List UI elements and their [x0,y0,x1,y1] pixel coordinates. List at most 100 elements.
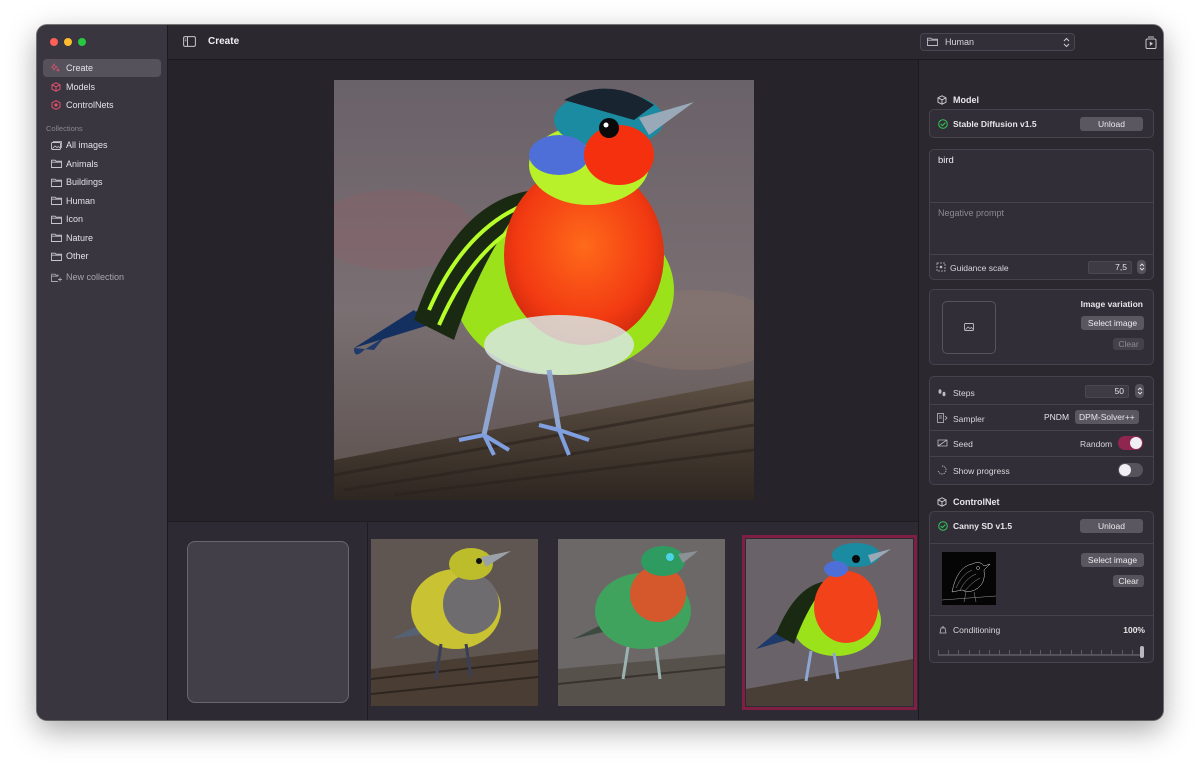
sidebar-item-label: ControlNets [66,100,114,110]
negative-prompt-input[interactable]: Negative prompt [938,208,1004,218]
slider-tick [1009,650,1011,655]
image-variation-label: Image variation [1080,299,1143,309]
controlnet-heading: ControlNet [937,497,1000,507]
history-thumbnail-selected[interactable] [742,535,917,710]
steps-stepper[interactable] [1135,384,1144,398]
prompt-card: bird Negative prompt Guidance scale 7,5 [929,149,1154,280]
divider [930,404,1153,405]
generated-image[interactable] [334,80,754,500]
minimize-window-button[interactable] [64,38,72,46]
model-heading: Model [937,95,979,105]
slider-tick [938,650,939,655]
select-controlnet-image-button[interactable]: Select image [1081,553,1144,567]
sidebar-item-models[interactable]: Models [43,78,161,96]
sidebar-item-label: Icon [66,214,84,224]
folder-icon [927,37,938,48]
sidebar-item-human[interactable]: Human [43,192,161,210]
guidance-scale-stepper[interactable] [1137,260,1146,274]
sampler-option-pndm[interactable]: PNDM [1040,410,1073,424]
image-variation-card: Image variation Select image Clear [929,289,1154,365]
slider-tick [999,650,1001,655]
sampler-option-dpm-solver[interactable]: DPM-Solver++ [1075,410,1139,424]
history-thumbnail[interactable] [558,539,725,706]
prompt-input[interactable]: bird [938,155,954,166]
sidebar-toggle-icon[interactable] [183,36,196,49]
unload-model-button[interactable]: Unload [1080,117,1143,131]
slider-tick [1121,650,1123,655]
sidebar-item-nature[interactable]: Nature [43,229,161,247]
variation-image-well[interactable] [942,301,996,354]
close-window-button[interactable] [50,38,58,46]
sidebar-item-label: Human [66,195,96,206]
app-window: Create Models ControlNets Collections Al… [37,25,1163,720]
sidebar-item-icon[interactable]: Icon [43,210,161,228]
sidebar-item-label: All images [66,140,108,150]
sidebar-item-label: Create [66,63,94,73]
conditioning-value: 100% [1123,625,1145,635]
slider-tick [968,650,970,655]
folder-icon [49,178,63,187]
sidebar-item-create[interactable]: Create [43,59,161,77]
conditioning-slider-knob[interactable] [1140,646,1144,658]
clear-variation-image-button[interactable]: Clear [1113,338,1144,350]
canvas [168,60,918,521]
controlnet-card: Canny SD v1.5 Unload Select image Clear … [929,511,1154,663]
new-collection-button[interactable]: New collection [43,268,161,286]
select-variation-image-button[interactable]: Select image [1081,316,1144,330]
divider [930,456,1153,457]
divider [930,254,1153,255]
sampler-icon [937,413,948,425]
seed-random-toggle[interactable] [1118,436,1143,450]
cube-icon [937,497,947,507]
collection-select[interactable]: Human [920,33,1075,51]
controlnet-name: Canny SD v1.5 [953,521,1013,531]
collection-select-value: Human [945,37,975,47]
page-title: Create [208,36,240,47]
slider-tick [978,650,980,655]
clear-controlnet-image-button[interactable]: Clear [1113,575,1144,587]
slider-tick [1040,650,1041,655]
sidebar-item-animals[interactable]: Animals [43,155,161,173]
folder-icon [49,196,63,205]
show-progress-toggle[interactable] [1118,463,1143,477]
sampler-label: Sampler [953,414,985,424]
slider-tick [1019,650,1021,655]
controlnet-canny-image[interactable] [942,552,996,605]
zoom-window-button[interactable] [78,38,86,46]
cube-icon [49,81,63,92]
controlnet-heading-label: ControlNet [953,497,1000,507]
steps-label: Steps [953,388,975,398]
slider-tick [958,650,960,655]
steps-field[interactable]: 50 [1085,385,1129,398]
generate-batch-icon[interactable] [1145,36,1157,51]
sidebar-nav: Create Models ControlNets Collections Al… [43,59,161,287]
unload-controlnet-button[interactable]: Unload [1080,519,1143,533]
divider [930,430,1153,431]
model-card: Stable Diffusion v1.5 Unload [929,109,1154,138]
folder-icon [49,159,63,168]
slider-tick [1091,650,1092,655]
sparkles-icon [49,63,63,73]
weight-icon [938,624,948,636]
guidance-scale-field[interactable]: 7,5 [1088,261,1132,274]
folder-icon [49,233,63,242]
seed-mode-label: Random [1080,439,1113,449]
slider-tick [989,650,990,655]
folder-icon [49,252,63,261]
slider-tick [1131,650,1133,655]
slider-tick [1050,650,1052,655]
show-progress-label: Show progress [953,466,1010,476]
sidebar-item-buildings[interactable]: Buildings [43,173,161,191]
window-controls [50,38,86,46]
slider-tick [948,650,950,655]
checkmark-circle-icon [938,521,948,533]
sidebar-item-all-images[interactable]: All images [43,136,161,154]
history-thumbnail[interactable] [371,539,538,706]
model-heading-label: Model [953,95,979,105]
sidebar-item-controlnets[interactable]: ControlNets [43,96,161,114]
slider-tick [1029,650,1031,655]
chevron-up-down-icon [1063,37,1070,50]
sidebar-item-other[interactable]: Other [43,247,161,265]
history-strip [168,521,918,720]
folder-plus-icon [49,273,63,282]
